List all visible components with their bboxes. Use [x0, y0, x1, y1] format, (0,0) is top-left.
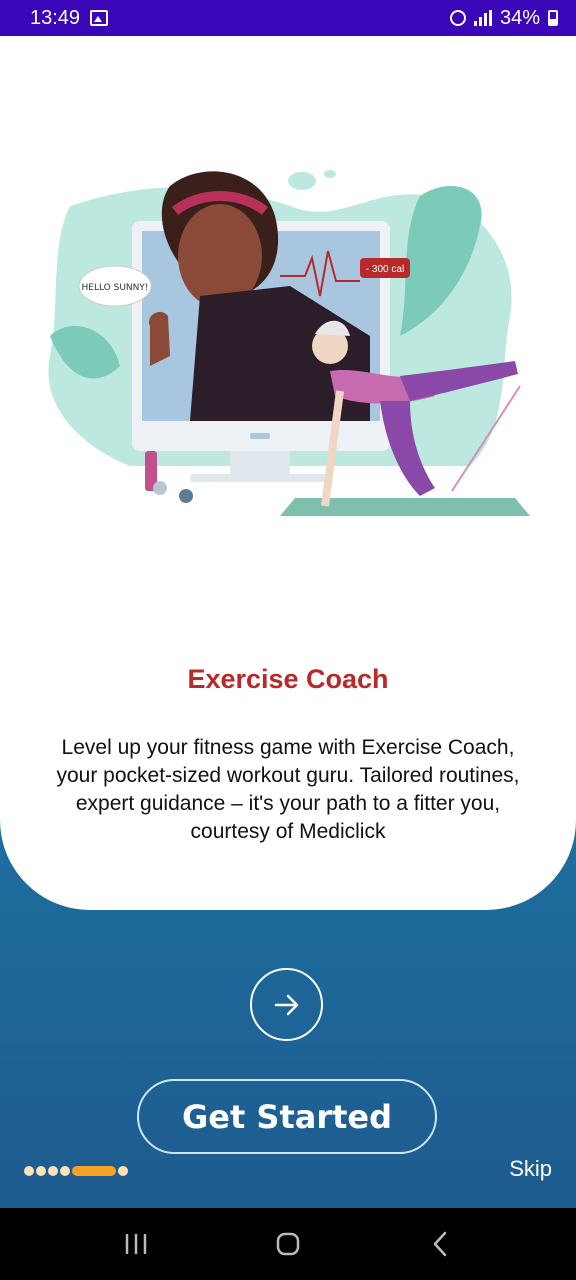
page-dot-active — [72, 1166, 116, 1176]
home-icon — [276, 1232, 300, 1256]
page-dot — [48, 1166, 58, 1176]
battery-icon — [548, 10, 558, 26]
onboarding-screen: - 300 cal HELLO SUNNY! Exercise Coach Le… — [0, 36, 576, 1208]
status-bar: 13:49 34% — [0, 0, 576, 36]
skip-button[interactable]: Skip — [509, 1156, 552, 1182]
home-button[interactable] — [258, 1214, 318, 1274]
exercise-illustration: - 300 cal HELLO SUNNY! — [48, 170, 530, 516]
onboarding-card: - 300 cal HELLO SUNNY! Exercise Coach Le… — [0, 36, 576, 910]
recent-apps-icon — [125, 1234, 147, 1254]
recent-apps-button[interactable] — [106, 1214, 166, 1274]
page-dot — [60, 1166, 70, 1176]
speech-bubble-text: HELLO SUNNY! — [82, 283, 149, 293]
battery-percent: 34% — [499, 6, 540, 29]
status-time: 13:49 — [30, 6, 81, 29]
next-button[interactable] — [250, 968, 323, 1041]
back-button[interactable] — [410, 1214, 470, 1274]
page-indicator — [24, 1166, 128, 1176]
calorie-tag: - 300 cal — [366, 264, 404, 275]
page-dot — [24, 1166, 34, 1176]
alarm-icon — [449, 10, 466, 26]
image-icon — [90, 10, 109, 26]
signal-icon — [473, 10, 492, 26]
onboarding-title: Exercise Coach — [187, 664, 389, 694]
status-right: 34% — [449, 6, 558, 30]
system-nav-bar — [0, 1208, 576, 1280]
onboarding-description: Level up your fitness game with Exercise… — [56, 736, 520, 843]
arrow-right-icon — [274, 994, 298, 1015]
page-dot — [118, 1166, 128, 1176]
page-dot — [36, 1166, 46, 1176]
back-icon — [433, 1231, 447, 1257]
get-started-button[interactable]: Get Started — [137, 1079, 437, 1154]
